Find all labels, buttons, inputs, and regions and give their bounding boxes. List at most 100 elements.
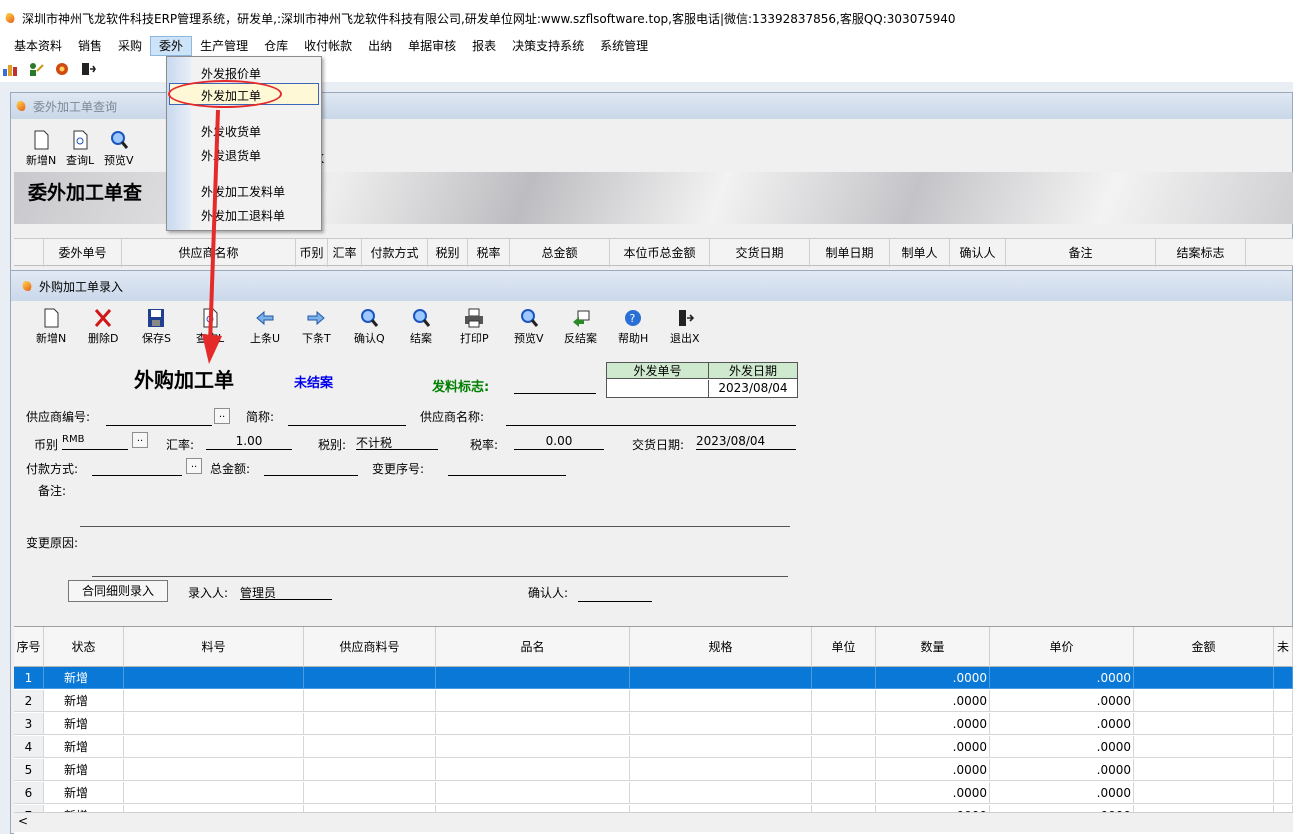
query-col-confirmer[interactable]: 确认人 — [950, 239, 1006, 267]
col-seq[interactable]: 序号 — [14, 627, 44, 667]
row-qty[interactable]: .0000 — [876, 759, 990, 781]
row-seq[interactable]: 4 — [14, 736, 44, 758]
row-qty[interactable]: .0000 — [876, 667, 990, 689]
change-reason-field[interactable] — [92, 576, 788, 577]
col-supplier-item[interactable]: 供应商料号 — [304, 627, 436, 667]
new-button[interactable]: 新增N — [36, 308, 66, 346]
row-spec[interactable] — [630, 736, 812, 758]
row-price[interactable]: .0000 — [990, 782, 1134, 804]
material-flag-field[interactable] — [514, 378, 596, 394]
chart-icon[interactable] — [2, 61, 18, 77]
row-amount[interactable] — [1134, 690, 1274, 712]
scroll-left-icon[interactable]: < — [18, 814, 28, 828]
row-item-no[interactable] — [124, 667, 304, 689]
row-qty[interactable]: .0000 — [876, 736, 990, 758]
currency-lookup-button[interactable]: .. — [132, 432, 148, 448]
order-no-value[interactable] — [607, 380, 709, 397]
query-col-tax-type[interactable]: 税别 — [428, 239, 468, 267]
row-item-no[interactable] — [124, 713, 304, 735]
confirmer-field[interactable] — [578, 586, 652, 602]
menu-receivables[interactable]: 收付帐款 — [296, 36, 360, 56]
menu-system[interactable]: 系统管理 — [592, 36, 656, 56]
close-case-button[interactable]: 结案 — [410, 308, 432, 346]
row-supplier-item[interactable] — [304, 782, 436, 804]
col-more[interactable]: 未 — [1274, 627, 1293, 667]
row-qty[interactable]: .0000 — [876, 690, 990, 712]
tax-rate-field[interactable]: 0.00 — [514, 434, 604, 450]
entered-by-field[interactable]: 管理员 — [240, 584, 332, 600]
row-seq[interactable]: 2 — [14, 690, 44, 712]
menu-sales[interactable]: 销售 — [70, 36, 110, 56]
prev-record-button[interactable]: 上条U — [250, 308, 280, 346]
row-status[interactable]: 新增 — [44, 713, 124, 735]
row-amount[interactable] — [1134, 736, 1274, 758]
row-more[interactable] — [1274, 667, 1293, 689]
row-product-name[interactable] — [436, 736, 630, 758]
query-col-total[interactable]: 总金额 — [510, 239, 610, 267]
menu-decision[interactable]: 决策支持系统 — [504, 36, 592, 56]
row-amount[interactable] — [1134, 759, 1274, 781]
row-spec[interactable] — [630, 713, 812, 735]
row-price[interactable]: .0000 — [990, 690, 1134, 712]
row-status[interactable]: 新增 — [44, 690, 124, 712]
row-status[interactable]: 新增 — [44, 782, 124, 804]
table-row[interactable]: 3 新增 .0000.0000 — [14, 713, 1293, 735]
menu-outsource[interactable]: 委外 — [150, 36, 193, 56]
row-product-name[interactable] — [436, 713, 630, 735]
row-more[interactable] — [1274, 736, 1293, 758]
row-supplier-item[interactable] — [304, 690, 436, 712]
change-no-field[interactable] — [448, 460, 566, 476]
col-status[interactable]: 状态 — [44, 627, 124, 667]
query-col-remark[interactable]: 备注 — [1006, 239, 1156, 267]
col-price[interactable]: 单价 — [990, 627, 1134, 667]
row-supplier-item[interactable] — [304, 736, 436, 758]
row-supplier-item[interactable] — [304, 713, 436, 735]
row-supplier-item[interactable] — [304, 667, 436, 689]
row-item-no[interactable] — [124, 736, 304, 758]
menu-cashier[interactable]: 出纳 — [360, 36, 400, 56]
row-unit[interactable] — [812, 782, 876, 804]
query-search-button[interactable]: 查询L — [66, 130, 94, 168]
row-item-no[interactable] — [124, 690, 304, 712]
row-status[interactable]: 新增 — [44, 736, 124, 758]
query-new-button[interactable]: 新增N — [26, 130, 56, 168]
query-col-order-no[interactable]: 委外单号 — [44, 239, 122, 267]
query-col-closed[interactable]: 结案标志 — [1156, 239, 1246, 267]
settings-icon[interactable] — [54, 61, 70, 77]
remark-field[interactable] — [80, 526, 790, 527]
row-unit[interactable] — [812, 690, 876, 712]
col-unit[interactable]: 单位 — [812, 627, 876, 667]
short-name-field[interactable] — [288, 410, 406, 426]
col-item-no[interactable]: 料号 — [124, 627, 304, 667]
exit-button[interactable]: 退出X — [670, 308, 700, 346]
delete-button[interactable]: 删除D — [88, 308, 118, 346]
query-col-payment[interactable]: 付款方式 — [362, 239, 428, 267]
next-record-button[interactable]: 下条T — [302, 308, 331, 346]
row-item-no[interactable] — [124, 782, 304, 804]
horizontal-scrollbar[interactable]: < — [14, 812, 1293, 832]
row-seq[interactable]: 5 — [14, 759, 44, 781]
row-amount[interactable] — [1134, 782, 1274, 804]
col-qty[interactable]: 数量 — [876, 627, 990, 667]
query-col-tax-rate[interactable]: 税率 — [468, 239, 510, 267]
row-amount[interactable] — [1134, 667, 1274, 689]
row-amount[interactable] — [1134, 713, 1274, 735]
save-button[interactable]: 保存S — [142, 308, 171, 346]
confirm-button[interactable]: 确认Q — [354, 308, 385, 346]
col-spec[interactable]: 规格 — [630, 627, 812, 667]
row-spec[interactable] — [630, 782, 812, 804]
row-product-name[interactable] — [436, 759, 630, 781]
row-price[interactable]: .0000 — [990, 736, 1134, 758]
contract-detail-button[interactable]: 合同细则录入 — [68, 580, 168, 602]
table-row[interactable]: 5 新增 .0000.0000 — [14, 759, 1293, 781]
row-product-name[interactable] — [436, 782, 630, 804]
menu-warehouse[interactable]: 仓库 — [256, 36, 296, 56]
query-col-rate[interactable]: 汇率 — [328, 239, 362, 267]
delivery-date-field[interactable]: 2023/08/04 — [696, 434, 796, 450]
menu-purchase[interactable]: 采购 — [110, 36, 150, 56]
row-seq[interactable]: 1 — [14, 667, 44, 689]
table-row[interactable]: 6 新增 .0000.0000 — [14, 782, 1293, 804]
table-row[interactable]: 2 新增 .0000.0000 — [14, 690, 1293, 712]
preview-button[interactable]: 预览V — [514, 308, 544, 346]
query-col-delivery[interactable]: 交货日期 — [710, 239, 810, 267]
